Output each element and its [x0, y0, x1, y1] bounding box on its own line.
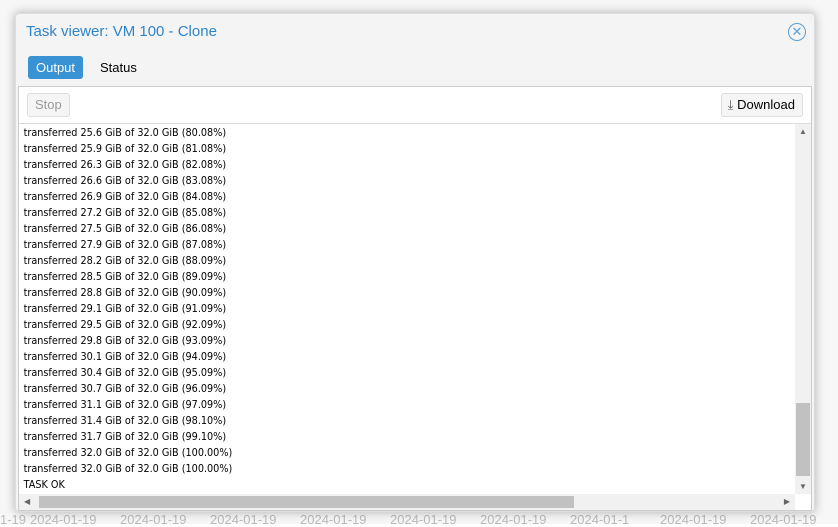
- vertical-scroll-thumb[interactable]: [796, 403, 810, 476]
- task-viewer-dialog: Task viewer: VM 100 - Clone ✕ Output Sta…: [15, 13, 815, 512]
- tab-output[interactable]: Output: [28, 56, 84, 79]
- stop-button[interactable]: Stop: [27, 93, 70, 117]
- date-label: 2024-01-19: [210, 512, 277, 527]
- date-label: 2024-01-19: [480, 512, 547, 527]
- date-label: 1-19: [0, 512, 27, 527]
- log-line: transferred 28.2 GiB of 32.0 GiB (88.09%…: [23, 255, 227, 267]
- background-date-axis: 1-19 2024-01-19 2024-01-19 2024-01-19 2024-0…: [0, 512, 838, 527]
- output-panel: Stop ⤓ Download transferred 25.6 GiB of …: [18, 86, 812, 511]
- download-label: Download: [737, 97, 795, 112]
- date-label: 2024-01-19: [30, 512, 97, 527]
- log-line: transferred 25.9 GiB of 32.0 GiB (81.08%…: [23, 143, 227, 155]
- date-label: 2024-01-19: [750, 512, 817, 527]
- date-label: 2024-01-19: [660, 512, 727, 527]
- log-line: transferred 31.1 GiB of 32.0 GiB (97.09%…: [23, 399, 227, 411]
- scroll-left-icon[interactable]: ◀: [24, 497, 30, 506]
- log-line: transferred 31.7 GiB of 32.0 GiB (99.10%…: [23, 431, 227, 443]
- log-line: transferred 29.1 GiB of 32.0 GiB (91.09%…: [23, 303, 227, 315]
- scroll-down-icon[interactable]: ▼: [799, 482, 807, 491]
- horizontal-scrollbar[interactable]: ◀ ▶: [19, 494, 795, 510]
- log-line: transferred 26.9 GiB of 32.0 GiB (84.08%…: [23, 191, 227, 203]
- close-icon[interactable]: ✕: [788, 23, 806, 41]
- log-line: transferred 26.6 GiB of 32.0 GiB (83.08%…: [23, 175, 227, 187]
- date-label: 2024-01-19: [390, 512, 457, 527]
- date-label: 2024-01-1: [570, 512, 630, 527]
- log-line: transferred 32.0 GiB of 32.0 GiB (100.00…: [23, 463, 233, 475]
- log-line: transferred 29.5 GiB of 32.0 GiB (92.09%…: [23, 319, 227, 331]
- log-line: TASK OK: [23, 479, 65, 491]
- log-line: transferred 28.8 GiB of 32.0 GiB (90.09%…: [23, 287, 227, 299]
- dialog-title: Task viewer: VM 100 - Clone: [26, 23, 217, 40]
- tab-status[interactable]: Status: [92, 56, 145, 79]
- log-line: transferred 28.5 GiB of 32.0 GiB (89.09%…: [23, 271, 227, 283]
- log-line: transferred 32.0 GiB of 32.0 GiB (100.00…: [23, 447, 233, 459]
- date-label: 2024-01-19: [300, 512, 367, 527]
- log-line: transferred 26.3 GiB of 32.0 GiB (82.08%…: [23, 159, 227, 171]
- toolbar: Stop ⤓ Download: [19, 87, 811, 124]
- log-line: transferred 31.4 GiB of 32.0 GiB (98.10%…: [23, 415, 227, 427]
- vertical-scrollbar[interactable]: ▲ ▼: [795, 124, 811, 494]
- log-line: transferred 30.7 GiB of 32.0 GiB (96.09%…: [23, 383, 227, 395]
- download-button[interactable]: ⤓ Download: [720, 93, 803, 117]
- scroll-right-icon[interactable]: ▶: [784, 497, 790, 506]
- horizontal-scroll-thumb[interactable]: [39, 496, 574, 508]
- log-line: transferred 30.1 GiB of 32.0 GiB (94.09%…: [23, 351, 227, 363]
- download-icon: ⤓: [727, 97, 734, 112]
- log-line: transferred 29.8 GiB of 32.0 GiB (93.09%…: [23, 335, 227, 347]
- log-line: transferred 27.2 GiB of 32.0 GiB (85.08%…: [23, 207, 227, 219]
- scroll-up-icon[interactable]: ▲: [799, 127, 807, 136]
- date-label: 2024-01-19: [120, 512, 187, 527]
- log-line: transferred 30.4 GiB of 32.0 GiB (95.09%…: [23, 367, 227, 379]
- log-line: transferred 27.9 GiB of 32.0 GiB (87.08%…: [23, 239, 227, 251]
- task-log: transferred 25.6 GiB of 32.0 GiB (80.08%…: [19, 124, 795, 494]
- log-line: transferred 27.5 GiB of 32.0 GiB (86.08%…: [23, 223, 227, 235]
- log-line: transferred 25.6 GiB of 32.0 GiB (80.08%…: [23, 127, 227, 139]
